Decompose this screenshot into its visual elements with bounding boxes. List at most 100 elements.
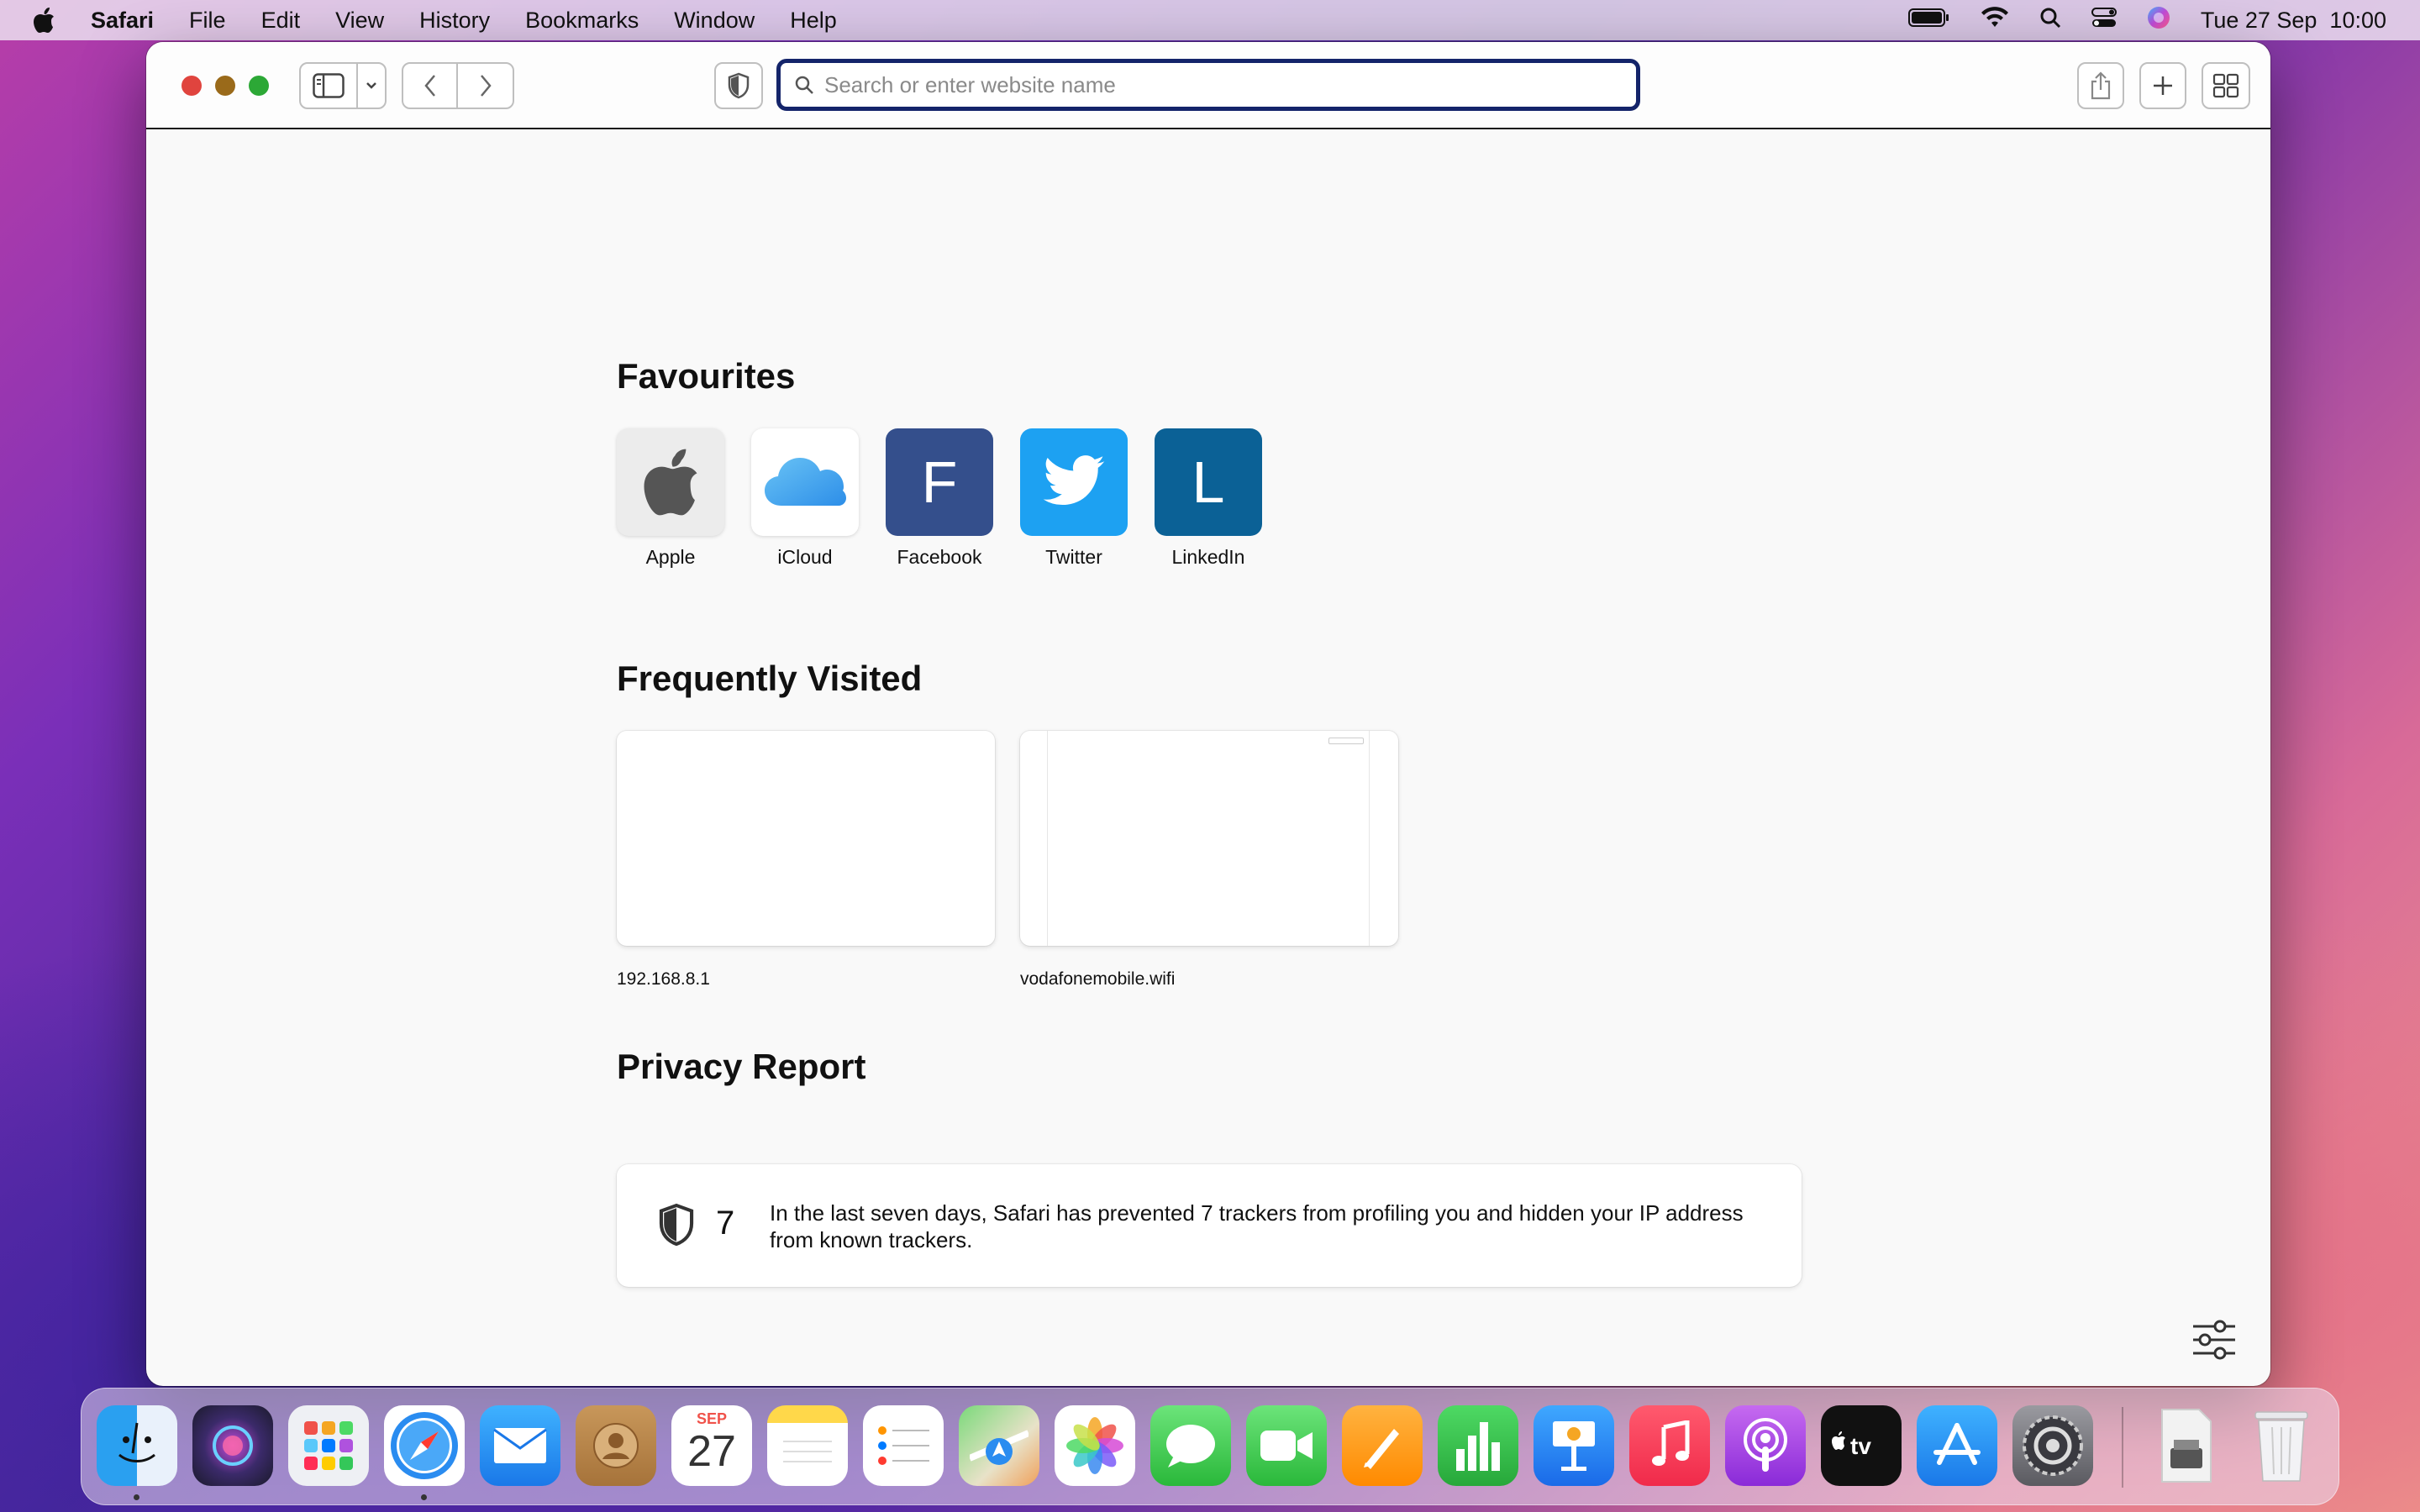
tab-overview-button[interactable] (2202, 62, 2250, 109)
sidebar-icon[interactable] (301, 64, 358, 108)
thumbnail-mini-control (1328, 738, 1364, 744)
tracker-count: 7 (716, 1205, 735, 1242)
grid-icon (2212, 73, 2239, 98)
menu-view[interactable]: View (318, 8, 402, 34)
frequently-visited-title: Frequently Visited (617, 659, 923, 698)
privacy-report-message: In the last seven days, Safari has preve… (770, 1200, 1744, 1252)
customize-start-page-button[interactable] (2191, 1320, 2237, 1364)
menu-clock[interactable]: Tue 27 Sep 10:00 (2201, 8, 2386, 34)
chevron-down-icon[interactable] (358, 81, 385, 91)
safari-app-icon[interactable] (384, 1405, 465, 1486)
thumbnail-page-preview (1047, 731, 1370, 946)
running-indicator (134, 1494, 139, 1500)
address-bar[interactable] (776, 59, 1640, 111)
cloud-icon (751, 428, 859, 536)
favourite-label: Facebook (897, 546, 982, 568)
spotlight-icon[interactable] (2039, 7, 2061, 34)
search-input[interactable] (824, 71, 1614, 98)
sliders-icon (2193, 1320, 2235, 1360)
battery-icon[interactable] (1907, 8, 1950, 34)
trash-icon[interactable] (2241, 1405, 2322, 1486)
frequently-visited-label[interactable]: 192.168.8.1 (617, 969, 710, 990)
favourite-label: Twitter (1045, 546, 1102, 568)
chevron-right-icon (480, 75, 492, 97)
menu-history[interactable]: History (402, 8, 508, 34)
menu-edit[interactable]: Edit (244, 8, 318, 34)
navigation-group (402, 62, 514, 109)
linkedin-letter-icon: L (1155, 428, 1262, 536)
back-button[interactable] (403, 64, 459, 108)
podcasts-icon[interactable] (1725, 1405, 1806, 1486)
favourite-label: LinkedIn (1171, 546, 1245, 568)
siri-app-icon[interactable] (192, 1405, 273, 1486)
favourite-linkedin[interactable]: L LinkedIn (1155, 428, 1262, 569)
minimize-button[interactable] (215, 76, 235, 96)
safari-window: Favourites Apple iCloud F Facebook Twitt… (146, 42, 2270, 1386)
plus-icon (2154, 76, 2172, 95)
apple-logo-icon (617, 428, 724, 536)
apple-icon[interactable] (0, 7, 87, 34)
menu-help[interactable]: Help (772, 8, 855, 34)
pages-icon[interactable] (1342, 1405, 1423, 1486)
new-tab-button[interactable] (2139, 62, 2186, 109)
music-icon[interactable] (1629, 1405, 1710, 1486)
menu-bar: Safari File Edit View History Bookmarks … (0, 0, 2420, 40)
favourite-icloud[interactable]: iCloud (751, 428, 859, 569)
shield-icon (659, 1203, 694, 1247)
frequently-visited-label[interactable]: vodafonemobile.wifi (1020, 969, 1175, 990)
notes-icon[interactable] (767, 1405, 848, 1486)
calendar-icon[interactable]: SEP 27 (671, 1405, 752, 1486)
favourite-facebook[interactable]: F Facebook (886, 428, 993, 569)
svg-text:tv: tv (1850, 1433, 1871, 1459)
siri-icon[interactable] (2147, 6, 2170, 35)
facebook-letter-icon: F (886, 428, 993, 536)
share-icon (2091, 71, 2111, 100)
chevron-left-icon (424, 75, 435, 97)
maps-icon[interactable] (959, 1405, 1039, 1486)
share-button[interactable] (2077, 62, 2124, 109)
numbers-icon[interactable] (1438, 1405, 1518, 1486)
apple-tv-icon[interactable]: tv (1821, 1405, 1902, 1486)
menu-app-name[interactable]: Safari (87, 8, 171, 34)
dock-separator (2122, 1407, 2123, 1488)
facetime-icon[interactable] (1246, 1405, 1327, 1486)
close-button[interactable] (182, 76, 202, 96)
running-indicator (421, 1494, 427, 1500)
sidebar-button-group (299, 62, 387, 109)
keynote-icon[interactable] (1534, 1405, 1614, 1486)
downloads-stack-icon[interactable] (2145, 1405, 2226, 1486)
finder-icon[interactable] (97, 1405, 177, 1486)
favourite-twitter[interactable]: Twitter (1020, 428, 1128, 569)
menu-bookmarks[interactable]: Bookmarks (508, 8, 656, 34)
favourite-apple[interactable]: Apple (617, 428, 724, 569)
menu-window[interactable]: Window (656, 8, 772, 34)
favourites-title: Favourites (617, 356, 796, 396)
menu-file[interactable]: File (171, 8, 244, 34)
reminders-icon[interactable] (863, 1405, 944, 1486)
contacts-icon[interactable] (576, 1405, 656, 1486)
frequently-visited-thumbnail[interactable] (617, 731, 995, 946)
safari-toolbar (146, 42, 2270, 129)
favourite-label: Apple (645, 546, 696, 568)
twitter-bird-icon (1020, 428, 1128, 536)
launchpad-icon[interactable] (288, 1405, 369, 1486)
shield-icon (728, 72, 750, 99)
messages-icon[interactable] (1150, 1405, 1231, 1486)
wifi-icon[interactable] (1981, 6, 2009, 34)
mail-icon[interactable] (480, 1405, 560, 1486)
calendar-month: SEP (696, 1410, 728, 1427)
forward-button[interactable] (458, 64, 513, 108)
privacy-report-button[interactable] (714, 62, 763, 109)
dock: SEP 27 tv (81, 1388, 2339, 1505)
privacy-report-card[interactable]: 7 In the last seven days, Safari has pre… (617, 1164, 1802, 1287)
control-center-icon[interactable] (2091, 7, 2117, 34)
app-store-icon[interactable] (1917, 1405, 1997, 1486)
search-icon (795, 76, 813, 94)
photos-icon[interactable] (1055, 1405, 1135, 1486)
privacy-report-title: Privacy Report (617, 1047, 866, 1086)
zoom-button[interactable] (249, 76, 269, 96)
frequently-visited-thumbnail[interactable] (1020, 731, 1398, 946)
system-preferences-icon[interactable] (2012, 1405, 2093, 1486)
favourite-label: iCloud (777, 546, 833, 568)
calendar-day: 27 (687, 1427, 736, 1476)
